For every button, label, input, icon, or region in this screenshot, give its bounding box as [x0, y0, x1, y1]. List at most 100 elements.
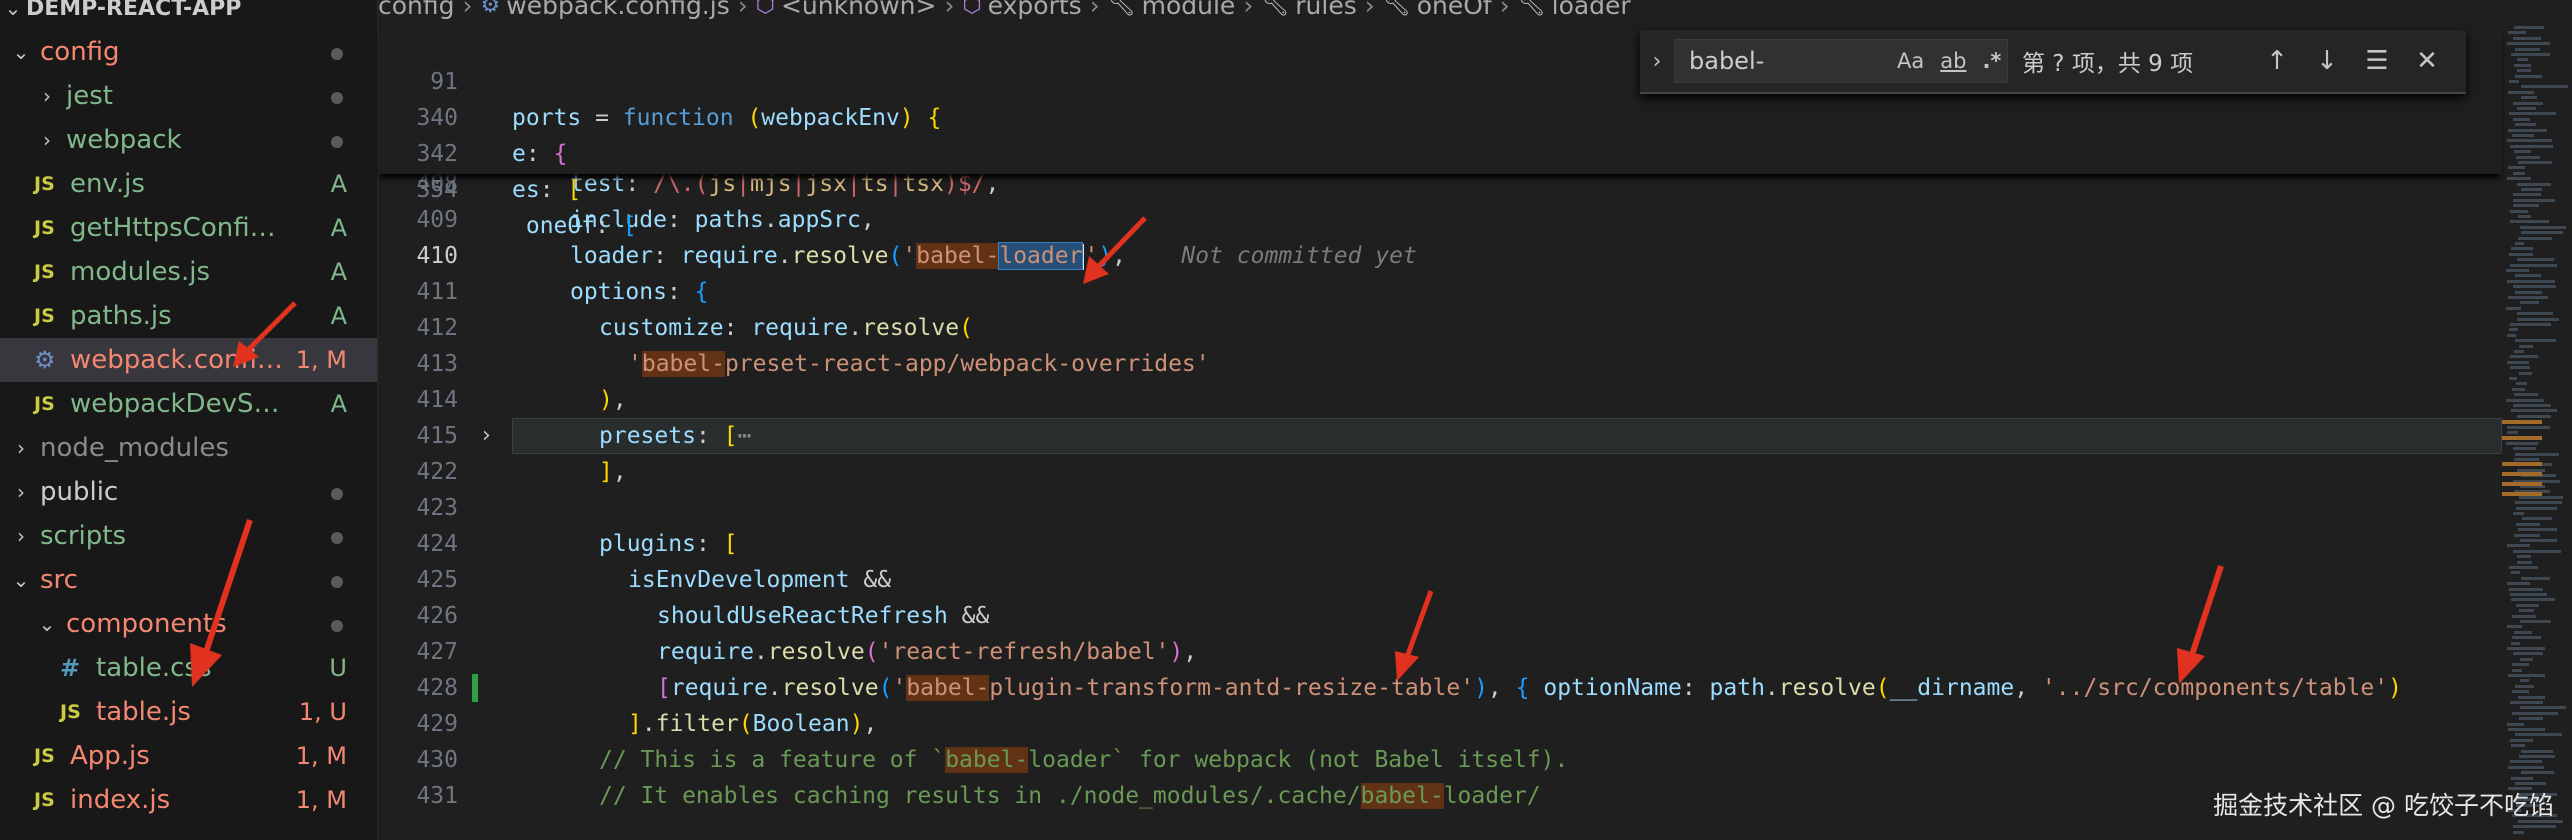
code-line[interactable]: 431 // It enables caching results in ./no…: [378, 778, 2502, 814]
minimap-line: [2510, 263, 2557, 267]
code-text: // It enables caching results in ./node_…: [599, 783, 1541, 809]
tree-item[interactable]: JS App.js 1, M: [0, 734, 377, 778]
code-line[interactable]: 410 loader: require.resolve('babel-loader…: [378, 238, 2502, 274]
tree-item[interactable]: › jest: [0, 74, 377, 118]
tree-item-label: getHttpsConfig.js: [70, 213, 287, 243]
breadcrumb-module[interactable]: 🔧︎ module ›: [1108, 0, 1262, 18]
tree-item[interactable]: JS index.js 1, M: [0, 778, 377, 822]
tree-item[interactable]: ⌄ src: [0, 558, 377, 602]
line-number: 431: [416, 783, 458, 809]
breadcrumb-unknown[interactable]: ⬡ <unknown> ›: [756, 0, 963, 18]
gear-icon: ⚙: [34, 346, 56, 374]
minimap[interactable]: [2502, 26, 2572, 840]
minimap-line: [2508, 80, 2519, 83]
close-icon[interactable]: ✕: [2402, 46, 2452, 76]
regex-toggle[interactable]: .*: [1982, 49, 2001, 73]
code-text: require.resolve('react-refresh/babel'),: [657, 639, 1198, 665]
code-line[interactable]: 427 require.resolve('react-refresh/babel'…: [378, 634, 2502, 670]
minimap-line: [2508, 328, 2519, 332]
breadcrumb-rules[interactable]: 🔧︎ rules ›: [1261, 0, 1382, 18]
minimap-line: [2516, 58, 2528, 62]
code-line[interactable]: 422],: [378, 454, 2502, 490]
minimap-line: [2512, 101, 2543, 105]
tree-item[interactable]: JS modules.js A: [0, 250, 377, 294]
code-line[interactable]: 424 plugins: [: [378, 526, 2502, 562]
minimap-line: [2507, 31, 2526, 35]
minimap-line: [2520, 231, 2564, 235]
tree-item[interactable]: JS getHttpsConfig.js A: [0, 206, 377, 250]
explorer-root-header[interactable]: ⌄ DEMP-REACT-APP: [0, 0, 377, 30]
tree-item-label: modules.js: [70, 257, 211, 287]
code-line[interactable]: 412 customize: require.resolve(: [378, 310, 2502, 346]
git-status-dot: [287, 478, 377, 506]
toggle-replace-chevron-icon[interactable]: ›: [1640, 49, 1674, 74]
minimap-line: [2512, 711, 2558, 715]
minimap-line: [2509, 566, 2539, 569]
breadcrumb-config[interactable]: config ›: [378, 0, 481, 18]
tree-item[interactable]: JS webpackDevServe... A: [0, 382, 377, 426]
js-file-icon: JS: [34, 217, 55, 239]
code-line[interactable]: 409 include: paths.appSrc,: [378, 202, 2502, 238]
git-status-badge: A: [330, 390, 347, 418]
minimap-line: [2514, 452, 2559, 456]
code-line[interactable]: 425 isEnvDevelopment &&: [378, 562, 2502, 598]
code-line[interactable]: 428 [require.resolve('babel-plugin-transf…: [378, 670, 2502, 706]
minimap-line: [2510, 598, 2556, 602]
sticky-line[interactable]: 342 es: [: [378, 100, 2502, 203]
code-line[interactable]: › 415 presets: [⋯: [378, 418, 2502, 454]
code-line[interactable]: 423: [378, 490, 2502, 526]
minimap-line: [2513, 652, 2544, 656]
breadcrumb-exports[interactable]: ⬡ exports ›: [962, 0, 1107, 18]
code-line[interactable]: 426 shouldUseReactRefresh &&: [378, 598, 2502, 634]
tree-item[interactable]: ⌄ components: [0, 602, 377, 646]
code-text: loader: require.resolve('babel-loader'),…: [570, 242, 1417, 270]
tree-item[interactable]: JS paths.js A: [0, 294, 377, 338]
tree-item[interactable]: JS table.js 1, U: [0, 690, 377, 734]
code-line[interactable]: 414),: [378, 382, 2502, 418]
breadcrumb-label: config: [378, 0, 455, 20]
match-case-toggle[interactable]: Aa: [1897, 49, 1924, 73]
line-number: 428: [416, 675, 458, 701]
git-status-dot: [287, 126, 377, 154]
tree-item[interactable]: # table.css U: [0, 646, 377, 690]
code-line[interactable]: 429].filter(Boolean),: [378, 706, 2502, 742]
breadcrumb-file[interactable]: ⚙ webpack.config.js ›: [481, 0, 756, 18]
tree-item[interactable]: › scripts: [0, 514, 377, 558]
match-count: 第 ? 项，共 9 项: [2022, 51, 2194, 77]
tree-item[interactable]: › webpack: [0, 118, 377, 162]
minimap-line: [2506, 544, 2530, 548]
previous-match-arrow-up-icon[interactable]: ↑: [2252, 46, 2302, 76]
minimap-line: [2513, 150, 2531, 154]
minimap-find-match: [2502, 472, 2542, 476]
code-editor[interactable]: 91 ports = function (webpackEnv) { 340 e…: [378, 26, 2502, 840]
git-status-dot: [287, 82, 377, 110]
breadcrumb-oneof[interactable]: 🔧︎ oneOf ›: [1383, 0, 1518, 18]
minimap-line: [2513, 36, 2542, 40]
code-line[interactable]: 413 'babel-preset-react-app/webpack-overr…: [378, 346, 2502, 382]
cube-icon: ⬡: [962, 0, 982, 18]
code-line[interactable]: 411 options: {: [378, 274, 2502, 310]
tree-item[interactable]: JS env.js A: [0, 162, 377, 206]
minimap-line: [2507, 722, 2524, 726]
wrench-icon: 🔧︎: [1382, 0, 1411, 18]
minimap-line: [2509, 144, 2554, 148]
tree-item[interactable]: › public: [0, 470, 377, 514]
find-in-selection-icon[interactable]: ☰: [2352, 46, 2402, 76]
sticky-line[interactable]: 354 oneOf: [: [378, 136, 2502, 239]
tree-item[interactable]: ⚙ webpack.config.js 1, M: [0, 338, 377, 382]
minimap-line: [2512, 663, 2530, 667]
minimap-line: [2520, 539, 2557, 542]
match-whole-word-toggle[interactable]: ab: [1940, 49, 1966, 73]
find-input-box[interactable]: Aa ab .*: [1674, 39, 2008, 83]
find-input[interactable]: [1687, 46, 1881, 76]
tree-item[interactable]: ⌄ config: [0, 30, 377, 74]
breadcrumb-label: webpack.config.js: [506, 0, 730, 20]
fold-chevron-icon[interactable]: ›: [482, 418, 491, 454]
tree-item[interactable]: › node_modules: [0, 426, 377, 470]
code-text: ),: [599, 387, 627, 413]
breadcrumb-loader[interactable]: 🔧︎ loader: [1518, 0, 1631, 18]
minimap-line: [2518, 528, 2558, 532]
line-number: 412: [416, 315, 458, 341]
next-match-arrow-down-icon[interactable]: ↓: [2302, 46, 2352, 76]
code-line[interactable]: 430 // This is a feature of `babel-loader…: [378, 742, 2502, 778]
